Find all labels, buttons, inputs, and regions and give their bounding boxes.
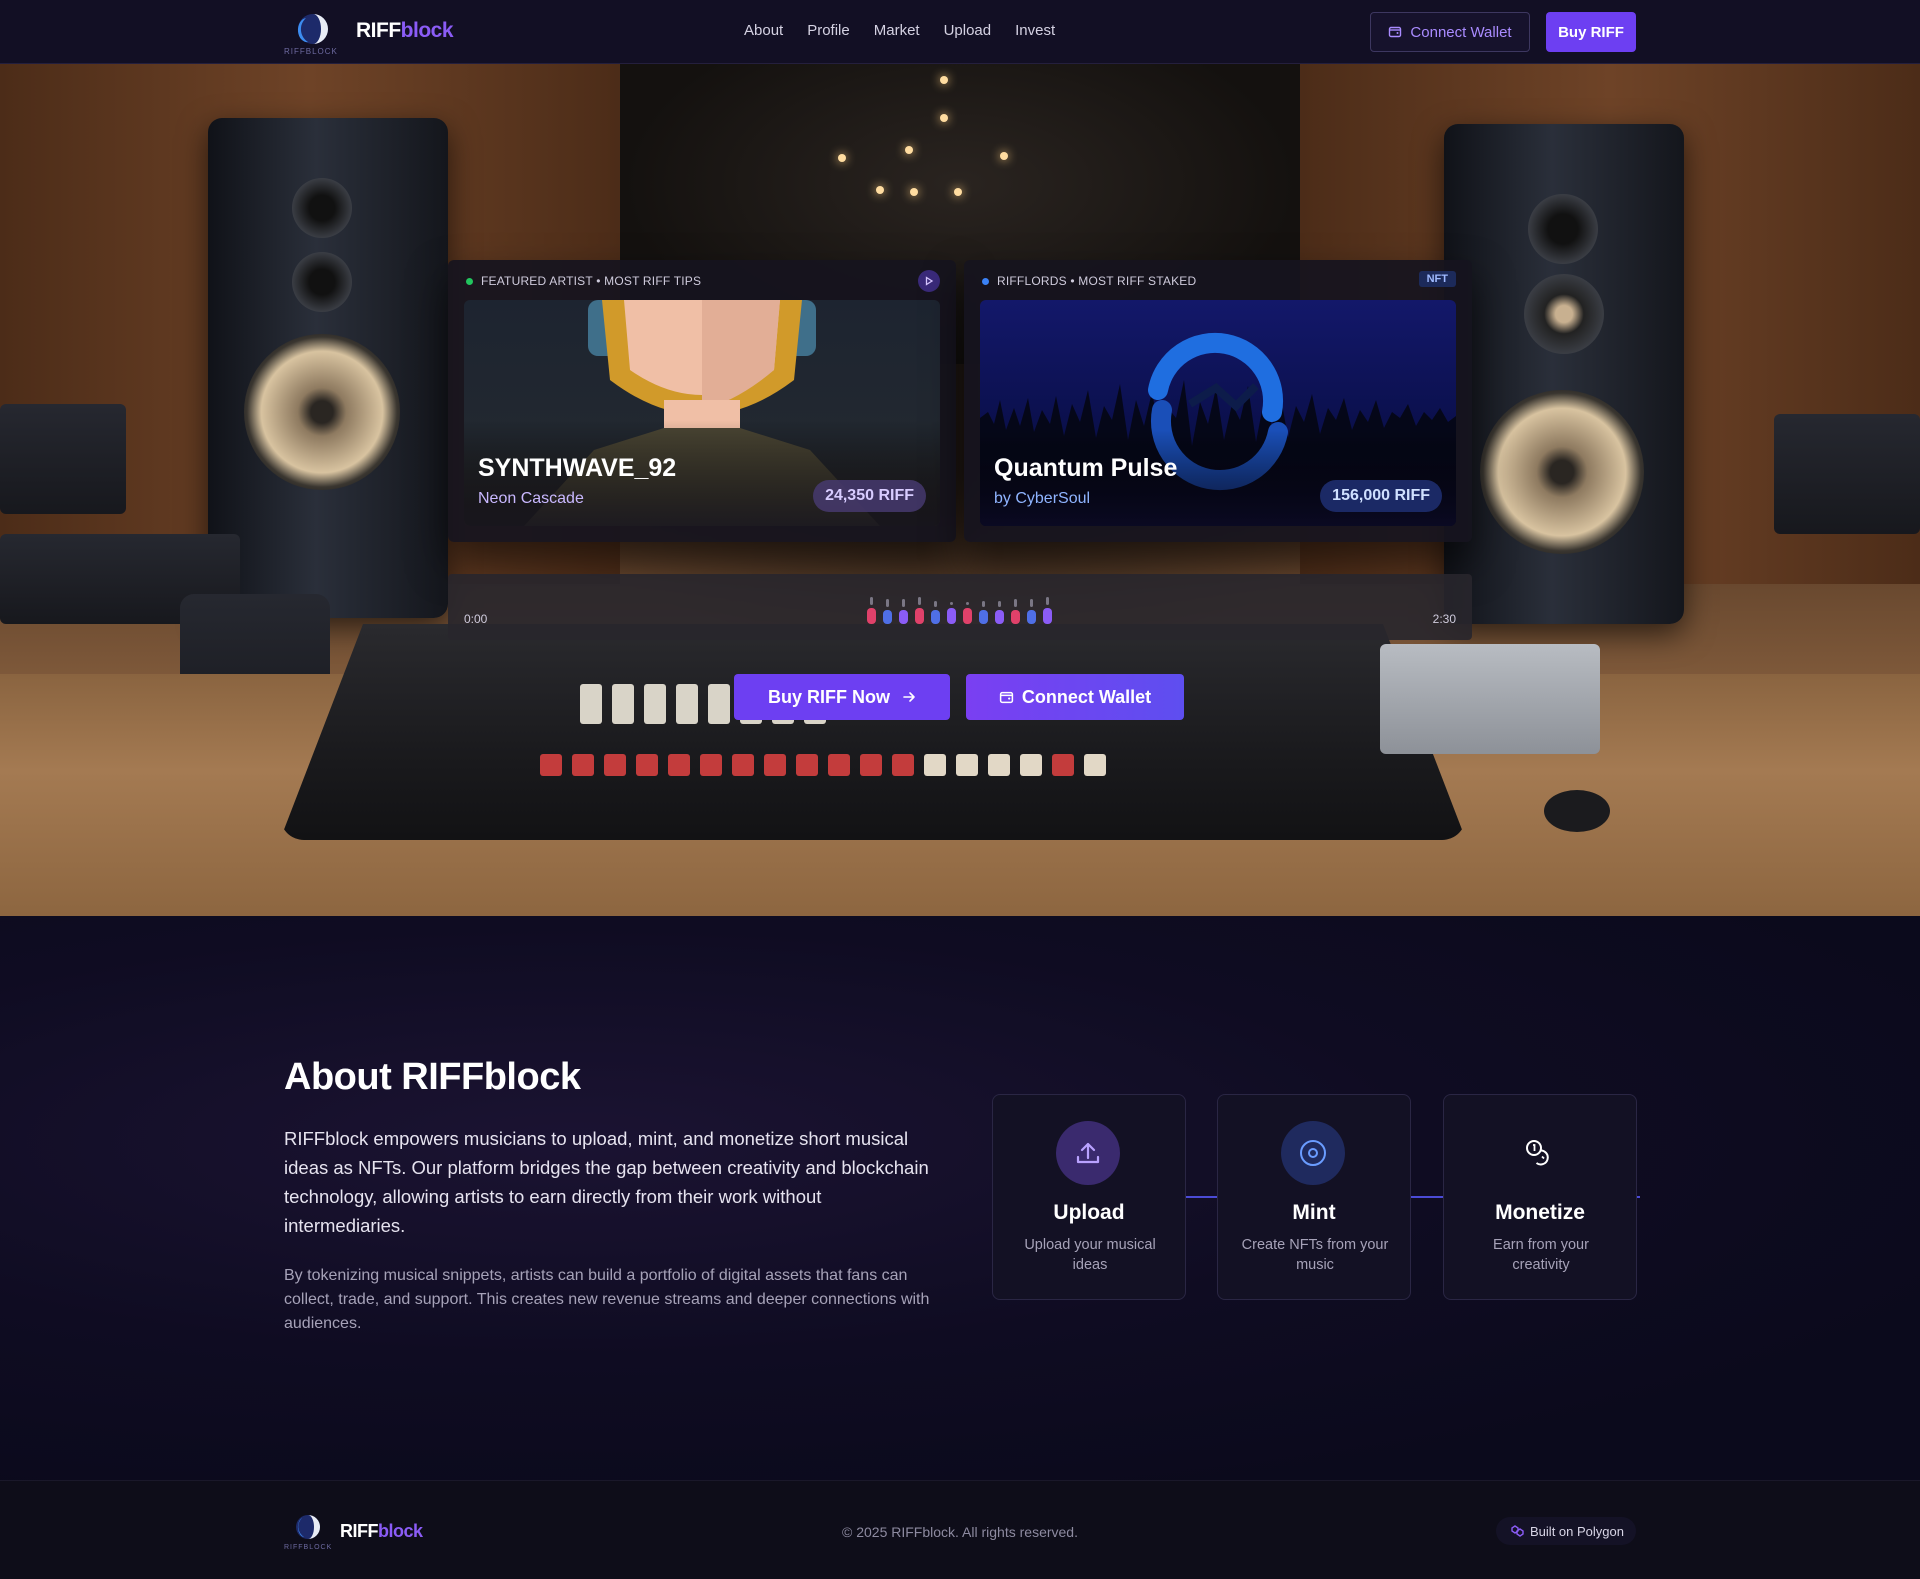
nav-link-profile[interactable]: Profile [807, 22, 850, 39]
rifflords-label-text: RIFFLORDS • MOST RIFF STAKED [997, 274, 1197, 288]
nft-artwork: Quantum Pulse by CyberSoul 156,000 RIFF [980, 300, 1456, 526]
hero-section: FEATURED ARTIST • MOST RIFF TIPS SYNTHWA… [0, 64, 1920, 916]
status-dot [466, 277, 473, 285]
mixing-console [280, 624, 1466, 840]
monitor-left [0, 404, 126, 514]
featured-label-text: FEATURED ARTIST • MOST RIFF TIPS [481, 274, 702, 288]
rifflords-card[interactable]: RIFFLORDS • MOST RIFF STAKED NFT Quantum… [964, 260, 1472, 542]
player-end-time: 2:30 [1432, 612, 1456, 626]
nav-connect-wallet-label: Connect Wallet [1410, 23, 1512, 41]
brand-accent: block [400, 19, 454, 42]
hero-light [940, 114, 948, 122]
step-upload-desc: Upload your musical ideas [1024, 1237, 1156, 1273]
polygon-badge[interactable]: Built on Polygon [1496, 1517, 1636, 1545]
disc-icon [1281, 1121, 1345, 1185]
audio-interface [1380, 644, 1600, 754]
hero-light [905, 146, 913, 154]
equalizer-visualizer [866, 588, 1052, 624]
player-start-time: 0:00 [464, 612, 488, 626]
step-upload[interactable]: Upload Upload your musical ideas [992, 1094, 1186, 1300]
top-navbar: RIFFBLOCK RIFFblock About Profile Market… [0, 0, 1920, 64]
svg-text:RIFFBLOCK: RIFFBLOCK [284, 47, 338, 56]
hero-light [838, 154, 846, 162]
nav-link-upload[interactable]: Upload [944, 22, 992, 39]
play-button[interactable] [918, 270, 940, 292]
artist-name: SYNTHWAVE_92 [478, 454, 677, 482]
console-knobs [540, 754, 1106, 776]
upload-icon [1056, 1121, 1120, 1185]
riff-staked-amount: 156,000 RIFF [1320, 480, 1442, 512]
nav-link-about[interactable]: About [744, 22, 783, 39]
step-monetize-title: Monetize [1495, 1201, 1585, 1224]
step-mint-title: Mint [1292, 1201, 1336, 1224]
featured-label: FEATURED ARTIST • MOST RIFF TIPS [466, 274, 701, 288]
wallet-icon [1389, 26, 1402, 38]
audio-player[interactable]: 0:00 2:30 [448, 574, 1472, 640]
step-monetize[interactable]: Monetize Earn from your creativity [1443, 1094, 1637, 1300]
nav-buy-riff-button[interactable]: Buy RIFF [1546, 12, 1636, 52]
about-paragraph-secondary: By tokenizing musical snippets, artists … [284, 1267, 930, 1332]
step-monetize-desc: Earn from your creativity [1493, 1237, 1589, 1273]
hero-connect-wallet-label: Connect Wallet [1021, 686, 1152, 707]
hero-buy-riff-label: Buy RIFF Now [768, 686, 890, 707]
track-name: Neon Cascade [478, 490, 584, 507]
hero-light [910, 188, 918, 196]
hero-light [940, 76, 948, 84]
hero-light [954, 188, 962, 196]
step-mint-desc: Create NFTs from your music [1241, 1237, 1389, 1273]
nav-connect-wallet-button[interactable]: Connect Wallet [1370, 12, 1530, 52]
footer: RIFFBLOCK RIFFblock © 2025 RIFFblock. Al… [0, 1480, 1920, 1579]
nft-title: Quantum Pulse [994, 454, 1178, 482]
nav-link-invest[interactable]: Invest [1015, 22, 1055, 39]
featured-artist-card[interactable]: FEATURED ARTIST • MOST RIFF TIPS SYNTHWA… [448, 260, 956, 542]
artist-avatar-image: SYNTHWAVE_92 Neon Cascade 24,350 RIFF [464, 300, 940, 526]
rifflords-label: RIFFLORDS • MOST RIFF STAKED [982, 274, 1196, 288]
hero-light [1000, 152, 1008, 160]
nav-link-market[interactable]: Market [874, 22, 920, 39]
nav-links: About Profile Market Upload Invest [744, 22, 1055, 39]
polygon-badge-label: Built on Polygon [1530, 1523, 1624, 1539]
status-dot [982, 277, 989, 285]
wallet-icon [999, 691, 1013, 703]
step-upload-title: Upload [1053, 1201, 1125, 1224]
riffblock-logo[interactable]: RIFFBLOCK [282, 8, 346, 56]
right-speaker [1444, 124, 1684, 624]
riff-tip-amount: 24,350 RIFF [813, 480, 926, 512]
mouse [1544, 790, 1610, 832]
arrow-right-icon [903, 692, 915, 702]
nft-badge: NFT [1418, 271, 1456, 287]
play-icon [925, 276, 934, 286]
hero-connect-wallet-button[interactable]: Connect Wallet [966, 674, 1184, 720]
polygon-icon [1511, 1525, 1524, 1537]
hero-light [876, 186, 884, 194]
coins-icon [1507, 1121, 1571, 1185]
step-mint[interactable]: Mint Create NFTs from your music [1217, 1094, 1411, 1300]
about-paragraph-main: RIFFblock empowers musicians to upload, … [284, 1128, 929, 1236]
brand-name[interactable]: RIFFblock [356, 19, 454, 43]
svg-text:RIFFBLOCK: RIFFBLOCK [284, 1544, 332, 1551]
hero-buy-riff-button[interactable]: Buy RIFF Now [734, 674, 950, 720]
nft-creator: by CyberSoul [994, 490, 1091, 507]
about-title: About RIFFblock [284, 1056, 581, 1098]
rack-right [1774, 414, 1920, 534]
brand-main: RIFF [356, 19, 401, 42]
left-speaker [208, 118, 448, 618]
